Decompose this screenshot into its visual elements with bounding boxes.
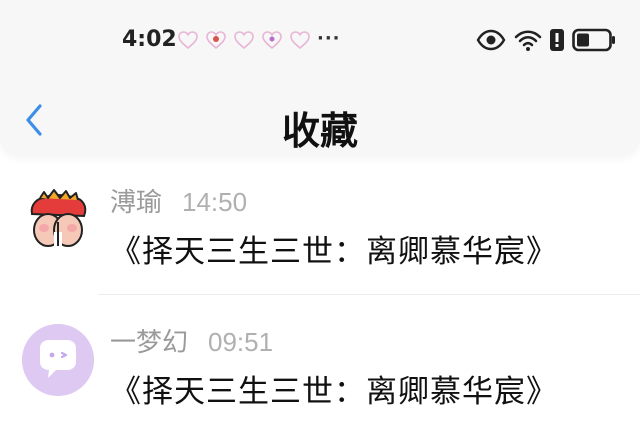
sender-name: 溥瑜	[110, 188, 163, 218]
nav-bar: 收藏	[0, 92, 640, 156]
status-bar: 4:02 ···	[0, 0, 640, 80]
notification-icons	[177, 30, 311, 50]
heart-icon	[178, 31, 198, 50]
sender-row: 一梦幻 09:51	[110, 322, 273, 359]
sender-time: 09:51	[208, 327, 274, 357]
avatar[interactable]	[22, 324, 94, 396]
chat-bubble-icon	[22, 324, 94, 396]
eye-icon	[476, 29, 506, 51]
list-item[interactable]: 一梦幻 09:51 《择天三生三世：离卿慕华宸》	[0, 310, 640, 431]
battery-icon	[572, 28, 615, 52]
status-time: 4:02	[122, 27, 177, 52]
heart-icon	[234, 31, 254, 50]
list-item[interactable]: 溥瑜 14:50 《择天三生三世：离卿慕华宸》	[0, 170, 640, 310]
sender-time: 14:50	[182, 187, 248, 217]
message-text[interactable]: 《择天三生三世：离卿慕华宸》	[110, 366, 558, 411]
alert-icon	[550, 29, 564, 51]
message-text[interactable]: 《择天三生三世：离卿慕华宸》	[110, 226, 558, 271]
sender-row: 溥瑜 14:50	[110, 182, 247, 219]
wifi-icon	[514, 30, 542, 51]
heart-badge-icon	[206, 31, 226, 50]
heart-icon	[290, 31, 310, 50]
system-icons	[476, 28, 616, 52]
sender-name: 一梦幻	[110, 328, 189, 358]
cartoon-avatar-icon	[22, 184, 94, 256]
divider	[98, 294, 640, 295]
heart-badge-icon	[262, 31, 282, 50]
avatar[interactable]	[22, 184, 94, 256]
favorites-list: 溥瑜 14:50 《择天三生三世：离卿慕华宸》 一梦幻 09:51 《择天三生三…	[0, 170, 640, 431]
page-title: 收藏	[281, 109, 358, 153]
more-notifications-icon: ···	[317, 28, 341, 49]
